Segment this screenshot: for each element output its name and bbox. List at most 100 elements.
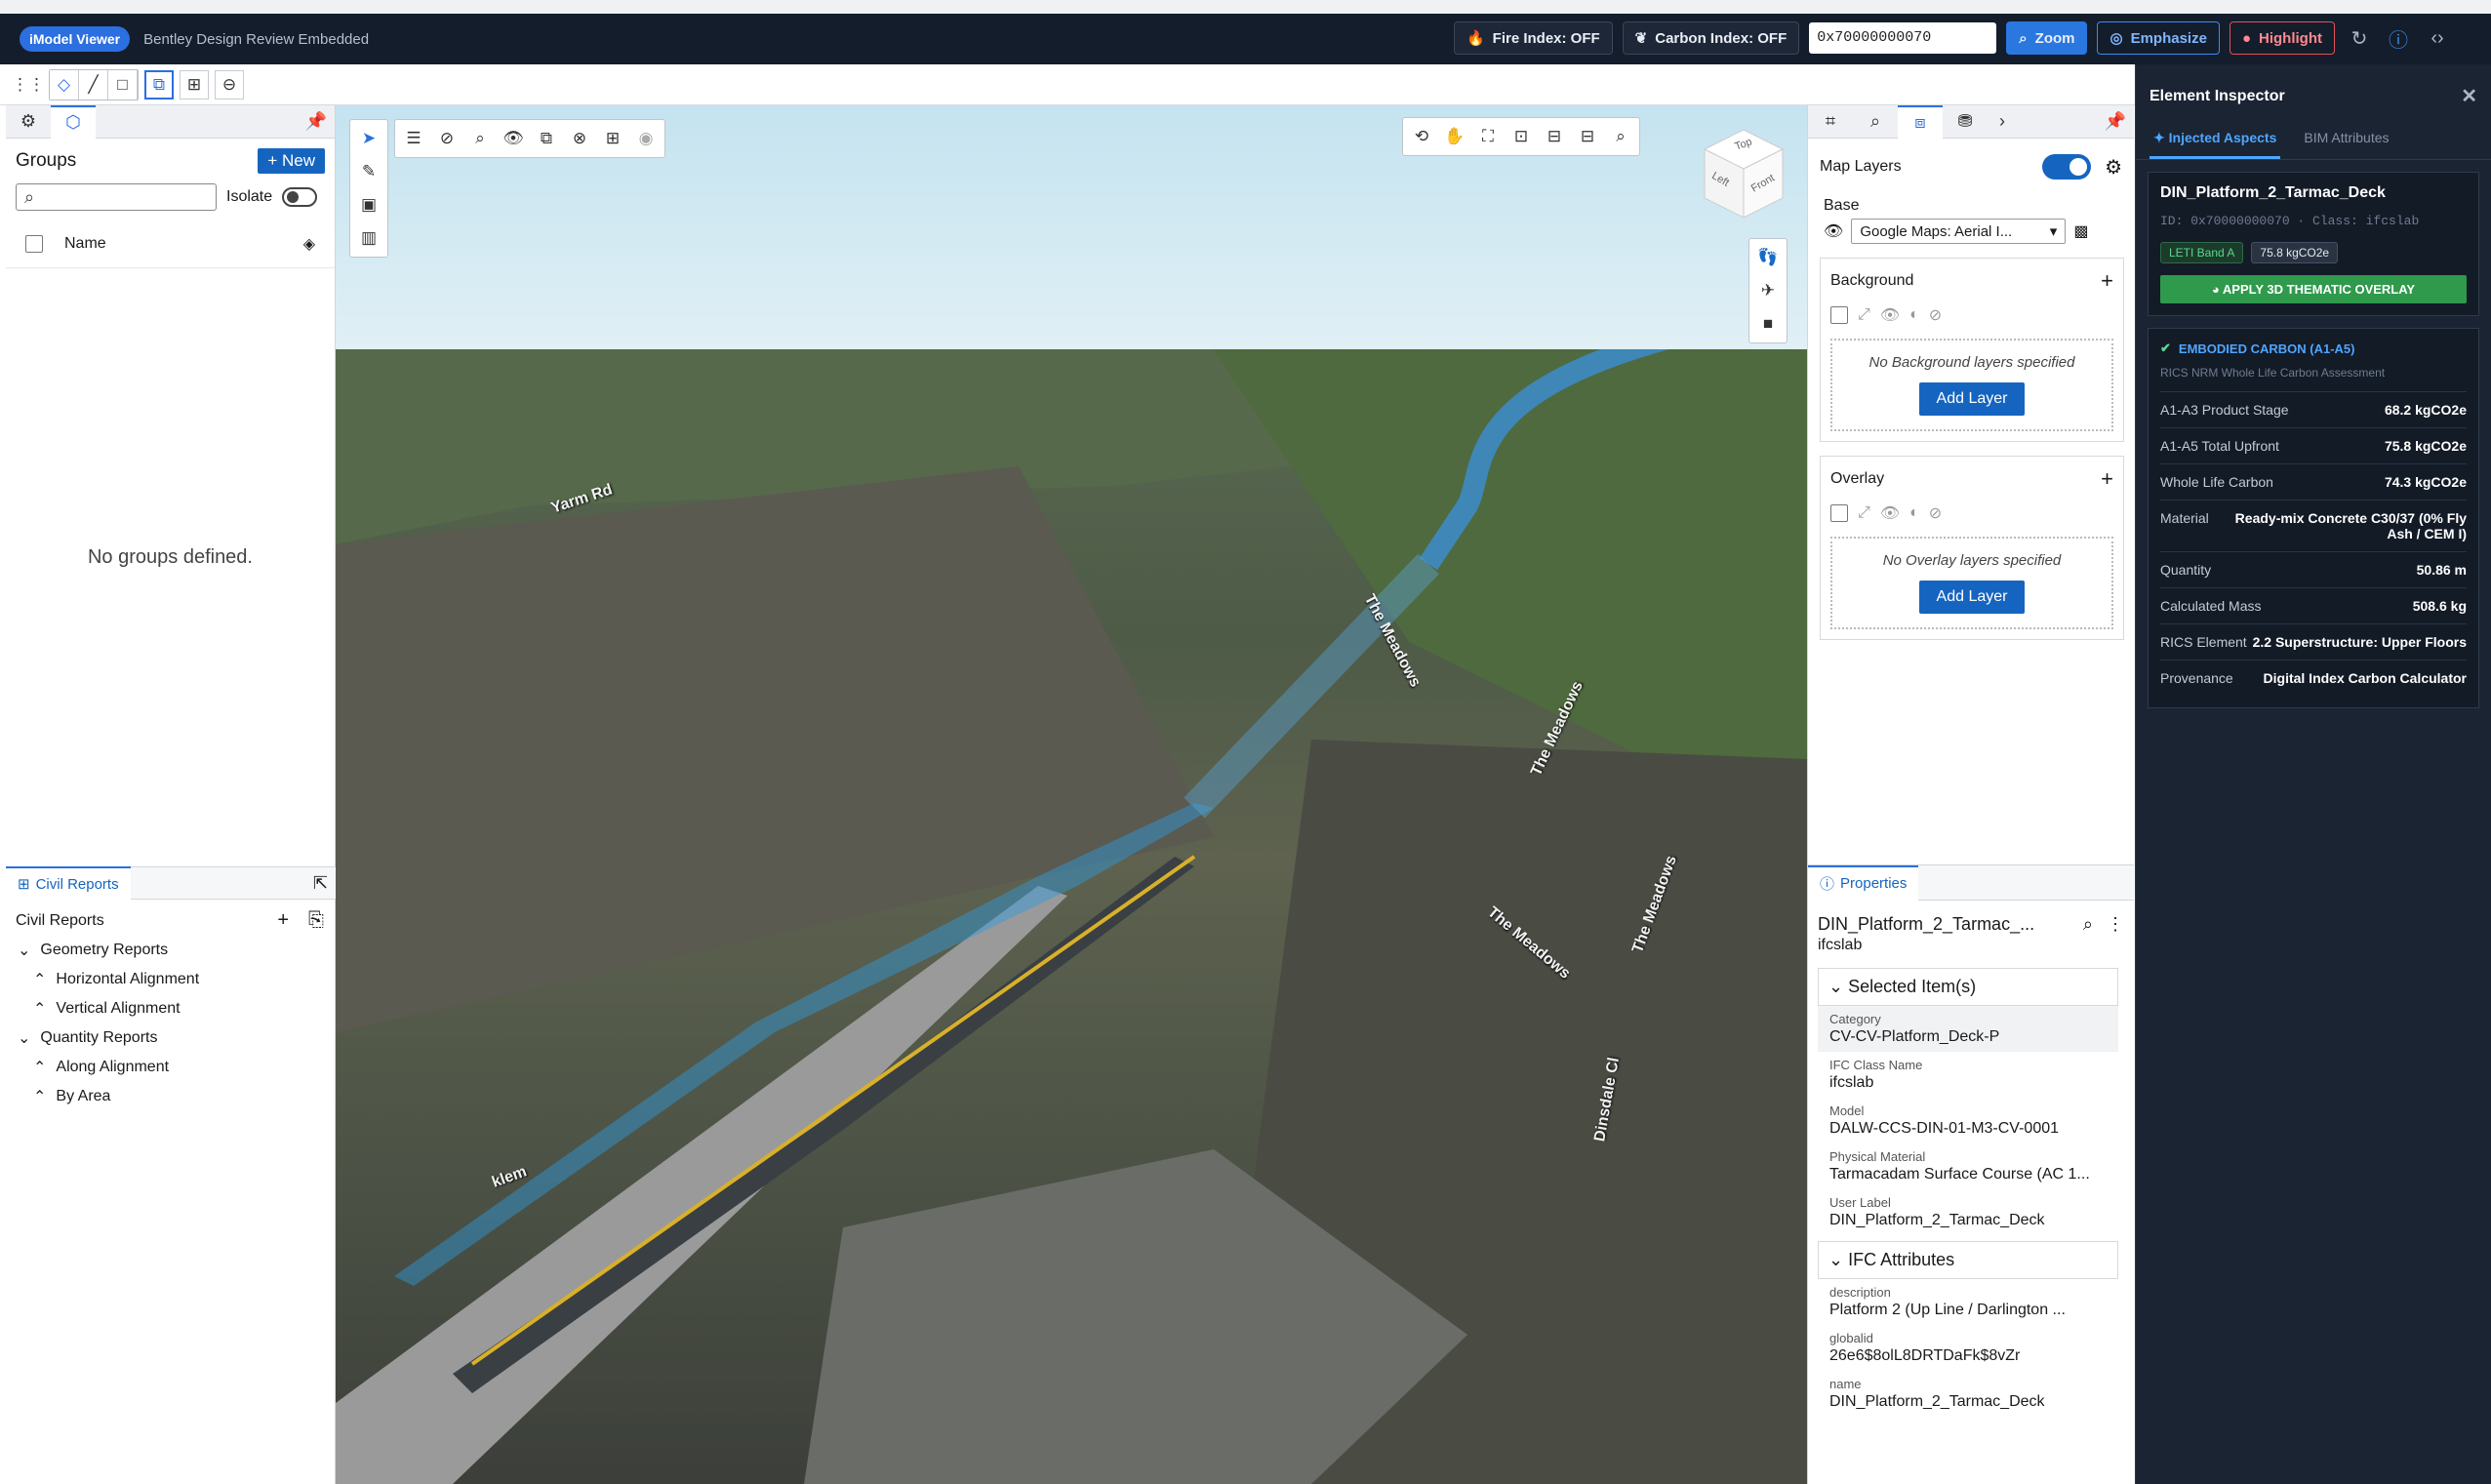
show-layers-icon[interactable]: 👁 (1880, 503, 1900, 523)
chevron-down-icon[interactable]: ⌄ (18, 1028, 30, 1048)
map-layers-toggle[interactable] (2042, 154, 2092, 180)
solo-icon[interactable]: ◐ (1909, 504, 1919, 522)
drag-handle-icon[interactable]: ⋮⋮ (12, 69, 45, 100)
select-element-icon[interactable]: ◇ (50, 69, 79, 100)
background-select-all-checkbox[interactable] (1830, 306, 1848, 324)
tree-item[interactable]: ⌄ Geometry Reports (18, 936, 336, 965)
fit-view-icon[interactable]: ⛶ (1473, 122, 1503, 151)
selection-scope-icon[interactable]: ⧉ (144, 69, 174, 100)
zoom-button[interactable]: ⌕ Zoom (2006, 21, 2088, 55)
emphasize-button[interactable]: ◎ Emphasize (2097, 21, 2220, 55)
select-line-icon[interactable]: ╱ (79, 69, 108, 100)
chevron-up-icon[interactable]: ⌃ (33, 1058, 46, 1077)
rotate-icon[interactable]: ⟲ (1407, 122, 1436, 151)
detach-icon[interactable]: ⤢ (1858, 306, 1870, 324)
zoom-to-icon[interactable]: ⌕ (465, 124, 495, 153)
import-report-icon[interactable]: ⎘ (308, 909, 324, 932)
popout-icon[interactable]: ⇱ (313, 873, 328, 894)
isolate-toggle[interactable] (282, 187, 318, 207)
pin-icon[interactable]: 📌 (305, 111, 327, 132)
eye-icon[interactable]: 👁 (1824, 221, 1843, 241)
tree-item[interactable]: ⌃ Vertical Alignment (18, 994, 336, 1023)
clipping-icon[interactable]: ▥ (354, 223, 383, 253)
selected-items-section[interactable]: ⌄ Selected Item(s) (1818, 968, 2118, 1006)
new-group-button[interactable]: + New (258, 148, 325, 174)
tab-civil-reports[interactable]: ⊞ Civil Reports (6, 866, 131, 900)
fire-index-button[interactable]: 🔥 Fire Index: OFF (1453, 21, 1613, 55)
more-options-icon[interactable]: ⋮ (2107, 914, 2124, 935)
chevron-right-icon[interactable]: › (1988, 105, 2017, 139)
apply-thematic-overlay-button[interactable]: ◕ APPLY 3D THEMATIC OVERLAY (2160, 275, 2467, 303)
refresh-icon[interactable]: ↻ (2345, 23, 2374, 53)
solo-icon[interactable]: ◐ (1909, 306, 1919, 324)
hide-icon[interactable]: ⊗ (565, 124, 594, 153)
chevron-up-icon[interactable]: ⌃ (33, 999, 46, 1019)
isolate-icon[interactable]: ⧉ (532, 124, 561, 153)
walk-icon[interactable]: 👣 (1753, 243, 1783, 272)
detach-icon[interactable]: ⤢ (1858, 504, 1870, 522)
tab-bim-attributes[interactable]: BIM Attributes (2300, 124, 2392, 159)
add-overlay-icon[interactable]: + (2101, 466, 2113, 492)
hide-layers-icon[interactable]: ⊘ (1929, 305, 1942, 325)
chevron-up-icon[interactable]: ⌃ (33, 1087, 46, 1106)
tree-item[interactable]: ⌃ Horizontal Alignment (18, 965, 336, 994)
hide-layers-icon[interactable]: ⊘ (1929, 503, 1942, 523)
element-id-input[interactable]: 0x70000000070 (1809, 22, 1997, 54)
clear-selection-icon[interactable]: ⊘ (432, 124, 462, 153)
highlight-button[interactable]: ● Highlight (2229, 21, 2335, 55)
3d-viewport[interactable]: Yarm Rd The Meadows The Meadows The Mead… (336, 105, 1807, 1484)
gear-icon[interactable]: ⚙ (2105, 155, 2122, 180)
grid-icon[interactable]: ⊞ (598, 124, 627, 153)
view-redo-icon[interactable]: ⊟ (1573, 122, 1602, 151)
add-background-layer-button[interactable]: Add Layer (1918, 382, 2026, 416)
tab-map-layers-icon[interactable]: ⧈ (1898, 104, 1943, 139)
overlay-select-all-checkbox[interactable] (1830, 504, 1848, 522)
tab-hierarchy-icon[interactable]: ⌗ (1808, 105, 1853, 139)
tree-item[interactable]: ⌃ By Area (18, 1082, 336, 1111)
window-area-icon[interactable]: ⊡ (1507, 122, 1536, 151)
visibility-toggle-icon[interactable]: ◈ (303, 234, 315, 254)
measure-icon[interactable]: ✎ (354, 157, 383, 186)
tab-tree-icon[interactable]: ⚙ (6, 105, 51, 139)
tab-search-icon[interactable]: ⌕ (1853, 105, 1898, 139)
pin-icon[interactable]: 📌 (2105, 111, 2126, 132)
add-report-icon[interactable]: + (277, 909, 289, 932)
tab-groups-icon[interactable]: ⬡ (51, 104, 96, 139)
remove-selection-icon[interactable]: ⊖ (215, 69, 244, 100)
tree-item[interactable]: ⌃ Along Alignment (18, 1053, 336, 1082)
groups-search-input[interactable]: ⌕ (16, 183, 217, 211)
show-all-icon[interactable]: ◉ (631, 124, 661, 153)
show-layers-icon[interactable]: 👁 (1880, 305, 1900, 325)
chevron-up-icon[interactable]: ⌃ (33, 970, 46, 989)
name-column-header: Name (64, 235, 106, 252)
select-arrow-icon[interactable]: ➤ (354, 124, 383, 153)
carbon-index-button[interactable]: ❦ Carbon Index: OFF (1622, 21, 1800, 55)
chevron-down-icon[interactable]: ⌄ (18, 941, 30, 960)
add-background-icon[interactable]: + (2101, 268, 2113, 294)
navigation-cube[interactable]: Top Left Front (1700, 125, 1788, 222)
select-all-checkbox[interactable] (25, 235, 43, 253)
menu-icon[interactable]: ☰ (399, 124, 428, 153)
section-icon[interactable]: ▣ (354, 190, 383, 220)
tab-realitydata-icon[interactable]: ⛃ (1943, 105, 1988, 139)
zoom-extents-icon[interactable]: ⌕ (1606, 122, 1635, 151)
show-icon[interactable]: 👁 (499, 124, 528, 153)
tab-properties[interactable]: ⓘ Properties (1808, 865, 1919, 901)
ifc-attributes-section[interactable]: ⌄ IFC Attributes (1818, 1241, 2118, 1279)
tab-injected-aspects[interactable]: ✦ Injected Aspects (2149, 124, 2281, 159)
tree-item[interactable]: ⌄ Quantity Reports (18, 1023, 336, 1053)
pan-hand-icon[interactable]: ✋ (1440, 122, 1469, 151)
add-selection-icon[interactable]: ⊞ (180, 69, 209, 100)
select-box-icon[interactable]: □ (108, 69, 138, 100)
info-icon[interactable]: ⓘ (2384, 23, 2413, 53)
view-undo-icon[interactable]: ⊟ (1540, 122, 1569, 151)
add-overlay-layer-button[interactable]: Add Layer (1918, 581, 2026, 614)
code-toggle-icon[interactable]: ‹› (2423, 23, 2452, 53)
search-icon[interactable]: ⌕ (2083, 914, 2093, 935)
carbon-card-subtitle: RICS NRM Whole Life Carbon Assessment (2160, 366, 2467, 392)
close-icon[interactable]: ✕ (2461, 84, 2477, 108)
camera-icon[interactable]: ■ (1753, 309, 1783, 339)
transparency-icon[interactable]: ▩ (2073, 221, 2088, 241)
fly-icon[interactable]: ✈ (1753, 276, 1783, 305)
base-map-select[interactable]: Google Maps: Aerial I... ▾ (1851, 219, 2067, 244)
